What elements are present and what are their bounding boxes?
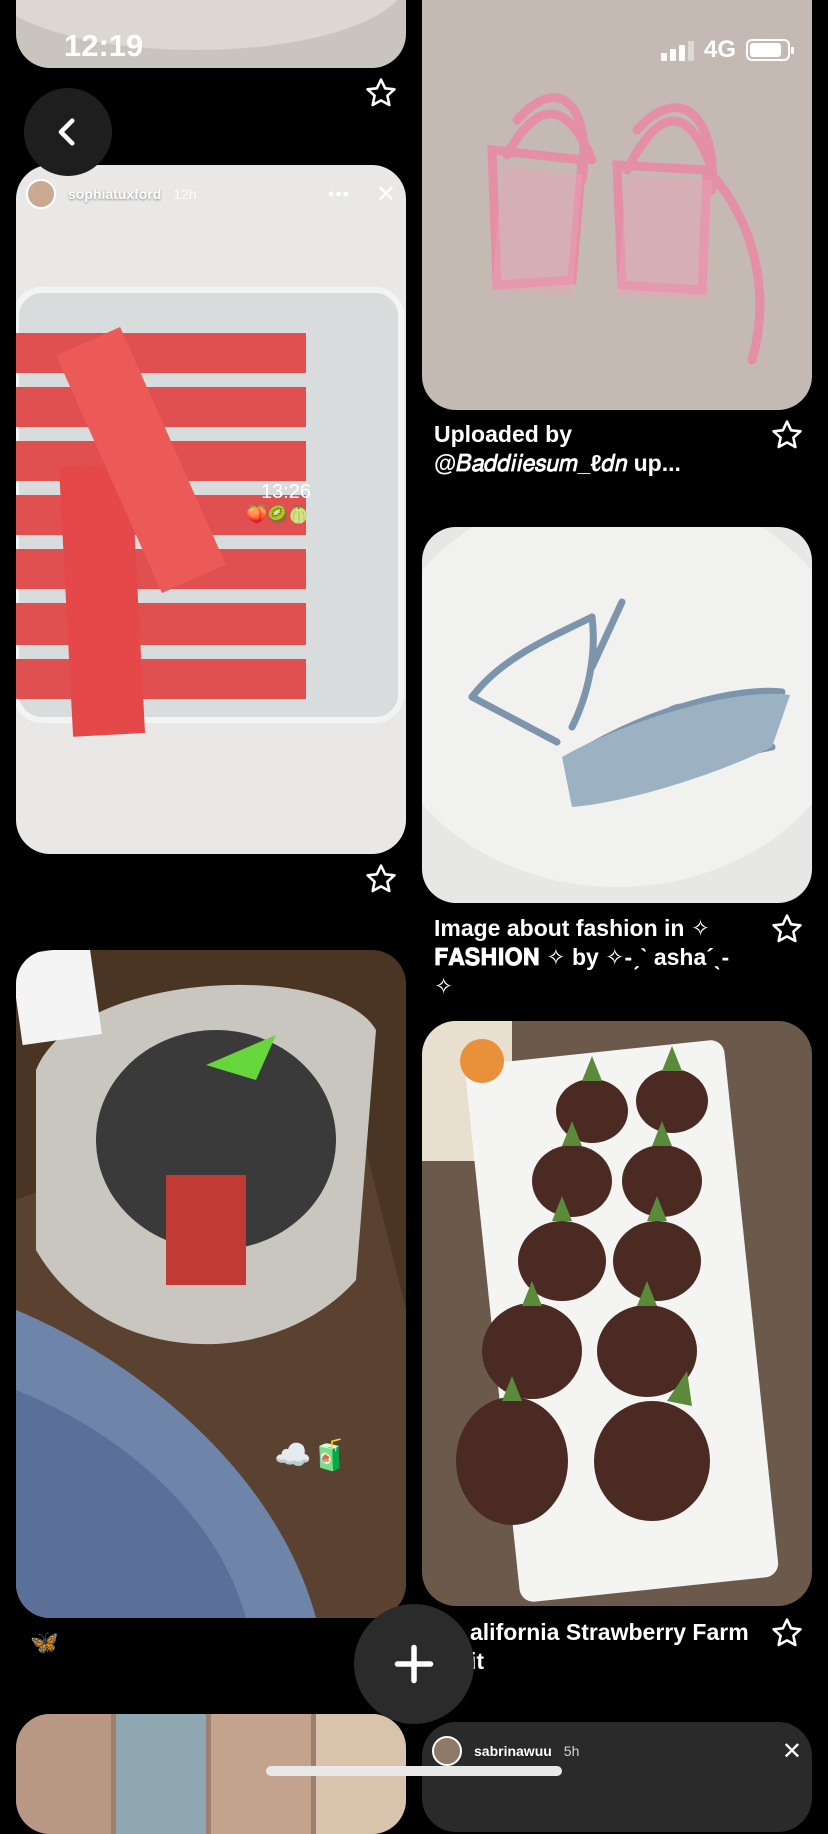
story-emoji-sticker: 🍑🥝🍈 bbox=[246, 505, 310, 524]
save-star-icon[interactable] bbox=[770, 418, 804, 452]
home-indicator[interactable] bbox=[266, 1766, 562, 1776]
story-header: sabrinawuu 5h ✕ bbox=[432, 1736, 802, 1766]
save-star-icon[interactable] bbox=[364, 76, 398, 110]
save-star-icon[interactable] bbox=[770, 912, 804, 946]
story-age: 12h bbox=[173, 186, 197, 202]
pin-tote-bag[interactable]: ☁️🧃 bbox=[16, 950, 406, 1618]
pin-caption: alifornia Strawberry Farm it bbox=[470, 1619, 749, 1674]
status-indicators: 4G bbox=[660, 36, 794, 64]
pin-caption: 🦋 bbox=[30, 1629, 59, 1655]
close-icon: ✕ bbox=[781, 1737, 802, 1765]
avatar bbox=[432, 1736, 462, 1766]
story-time-sticker: 13:26 bbox=[261, 481, 312, 503]
battery-icon bbox=[746, 39, 794, 61]
pin-caption: Image about fashion in ✧ 𝐅𝐀𝐒𝐇𝐈𝐎𝐍 ✧ by ✧-… bbox=[434, 915, 730, 999]
avatar bbox=[26, 179, 56, 209]
back-button[interactable] bbox=[24, 88, 112, 176]
pin-strawberries[interactable] bbox=[422, 1021, 812, 1606]
story-username: sophiatuxford bbox=[68, 186, 162, 202]
story-username: sabrinawuu bbox=[474, 1743, 552, 1759]
network-type: 4G bbox=[703, 36, 736, 63]
close-icon: ✕ bbox=[375, 180, 396, 208]
status-time: 12:19 bbox=[64, 28, 144, 63]
story-age: 5h bbox=[563, 1743, 580, 1759]
story-header: sophiatuxford 12h ••• ✕ bbox=[26, 179, 396, 209]
pin-watermelon[interactable]: sophiatuxford 12h ••• ✕ 13:26 🍑🥝🍈 bbox=[16, 165, 406, 854]
story-emoji-sticker: ☁️🧃 bbox=[274, 1439, 349, 1472]
chevron-left-icon bbox=[58, 118, 75, 146]
more-icon: ••• bbox=[327, 183, 350, 204]
save-star-icon[interactable] bbox=[364, 862, 398, 896]
add-button[interactable] bbox=[354, 1604, 474, 1724]
pin-caption: Uploaded by @𝐵𝑎𝑑𝑑𝑖𝑖𝑒𝑠𝑢𝑚_ℓ𝑑𝑛 up... bbox=[434, 421, 681, 476]
pin-story-sabrinawuu[interactable]: sabrinawuu 5h ✕ bbox=[422, 1722, 812, 1832]
plus-icon bbox=[394, 1644, 434, 1684]
signal-icon bbox=[660, 39, 694, 61]
save-star-icon[interactable] bbox=[770, 1616, 804, 1650]
pin-blue-heels[interactable] bbox=[422, 527, 812, 903]
